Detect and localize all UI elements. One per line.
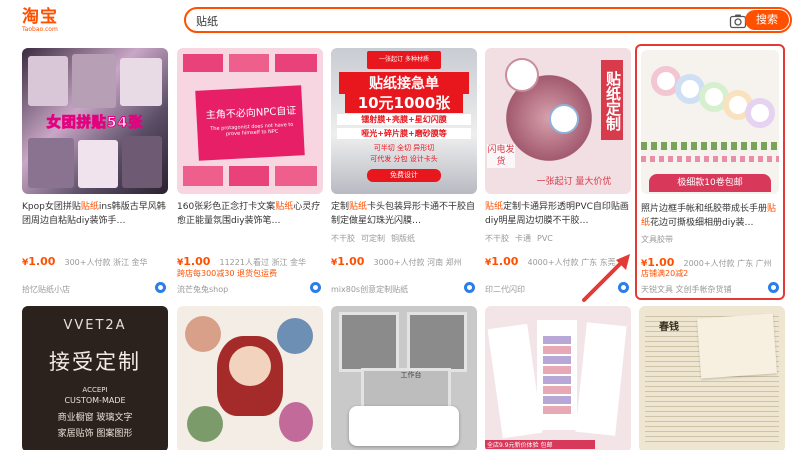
product-image[interactable] bbox=[177, 306, 323, 450]
taobao-logo[interactable]: 淘宝 Taobao.com bbox=[22, 8, 92, 36]
product-image[interactable]: 贴纸定制 闪电发货 一张起订 量大价优 bbox=[485, 48, 631, 194]
shop-name[interactable]: 印二代闪印 bbox=[485, 284, 525, 295]
product-image[interactable]: 工作台 bbox=[331, 306, 477, 450]
row2-product-1[interactable]: VVET2A 接受定制 ACCEPI CUSTOM-MADE 商业橱窗 玻璃文字… bbox=[22, 306, 168, 450]
product-title[interactable]: 照片边框手帐和纸胶带成长手册贴纸花边可撕极细相册diy装… bbox=[641, 202, 783, 230]
product-card-3[interactable]: 一张起订 多种材质 贴纸接急单 10元1000张 镭射膜+亮膜+星幻闪膜 哑光+… bbox=[331, 48, 477, 298]
shop-icon[interactable] bbox=[768, 282, 779, 293]
tag: 可定制 bbox=[361, 234, 385, 243]
thumb-headline: 贴纸接急单 bbox=[339, 72, 469, 94]
thumb-line-1: 镭射膜+亮膜+星幻闪膜 bbox=[337, 114, 471, 125]
product-tags: 不干胶 卡通 PVC bbox=[485, 233, 559, 244]
product-title[interactable]: 定制贴纸卡头包装异形卡通不干胶自制定做星幻珠光闪膜… bbox=[331, 200, 477, 228]
sales-location: 3000+人付款 河南 郑州 bbox=[373, 258, 462, 267]
top-header: 淘宝 Taobao.com 搜索 bbox=[0, 0, 800, 42]
thumb-line-3: 商业橱窗 玻璃文字 bbox=[57, 413, 133, 423]
thumb-caption: 女团拼贴54张 bbox=[46, 115, 144, 132]
shop-name[interactable]: mix80s创意定制贴纸 bbox=[331, 284, 408, 295]
thumb-side-label: 贴纸定制 bbox=[601, 60, 623, 140]
shop-icon[interactable] bbox=[310, 282, 321, 293]
price-line: ¥1.00 3000+人付款 河南 郑州 bbox=[331, 250, 462, 269]
shop-name[interactable]: 流芒兔兔shop bbox=[177, 284, 228, 295]
tag: 卡通 bbox=[515, 234, 531, 243]
thumb-caption: 接受定制 bbox=[49, 350, 141, 374]
logo-text: 淘宝 bbox=[22, 7, 58, 27]
product-image[interactable]: 极细款10卷包邮 bbox=[641, 50, 779, 194]
thumb-line-3: 可半切 全切 异形切 bbox=[373, 144, 435, 152]
product-title[interactable]: Kpop女团拼贴贴纸ins韩版古早风韩团周边自粘贴diy装饰手… bbox=[22, 200, 168, 228]
thumb-headline-2: 10元1000张 bbox=[345, 92, 463, 113]
red-arrow-icon bbox=[582, 254, 630, 302]
thumb-line-2: 哑光+碎片膜+磨砂膜等 bbox=[337, 128, 471, 139]
row2-product-4[interactable]: 全店9.9元新价体验 包邮 bbox=[485, 306, 631, 450]
product-tags: 文具胶带 bbox=[641, 234, 679, 245]
shop-icon[interactable] bbox=[155, 282, 166, 293]
thumb-bottom-label: 全店9.9元新价体验 包邮 bbox=[485, 440, 595, 449]
price-line: ¥1.00 300+人付款 浙江 金华 bbox=[22, 250, 148, 269]
thumb-caption: 春钱 bbox=[659, 322, 679, 333]
product-title[interactable]: 160张彩色正念打卡文案贴纸心灵疗愈正能量氛围diy装饰笔… bbox=[177, 200, 323, 228]
row2-product-2[interactable] bbox=[177, 306, 323, 450]
thumb-line-1: ACCEPI bbox=[82, 386, 108, 394]
shop-icon[interactable] bbox=[464, 282, 475, 293]
tag: 不干胶 bbox=[331, 234, 355, 243]
product-card-1[interactable]: 女团拼贴54张 Kpop女团拼贴贴纸ins韩版古早风韩团周边自粘贴diy装饰手…… bbox=[22, 48, 168, 298]
row2-product-5[interactable]: 春钱 bbox=[639, 306, 785, 450]
search-bar: 搜索 bbox=[184, 7, 792, 33]
tag: PVC bbox=[537, 234, 553, 243]
product-image[interactable]: 一张起订 多种材质 贴纸接急单 10元1000张 镭射膜+亮膜+星幻闪膜 哑光+… bbox=[331, 48, 477, 194]
price: ¥1.00 bbox=[331, 255, 365, 268]
product-image[interactable]: 春钱 bbox=[639, 306, 785, 450]
product-image[interactable]: 主角不必向NPC自证 The protagonist does not have… bbox=[177, 48, 323, 194]
row2-product-3[interactable]: 工作台 bbox=[331, 306, 477, 450]
thumb-line-4: 可代发 分包 设计卡头 bbox=[370, 155, 438, 163]
price: ¥1.00 bbox=[22, 255, 56, 268]
tag: 铜版纸 bbox=[391, 234, 415, 243]
price-line: ¥1.00 11221人看过 浙江 金华 bbox=[177, 250, 306, 269]
thumb-bottom-label: 一张起订 量大价优 bbox=[536, 177, 612, 187]
tag: 不干胶 bbox=[485, 234, 509, 243]
sales-location: 11221人看过 浙江 金华 bbox=[219, 258, 307, 267]
thumb-line-2: CUSTOM-MADE bbox=[64, 396, 126, 405]
search-button[interactable]: 搜索 bbox=[745, 10, 789, 30]
product-title[interactable]: 贴纸定制卡通异形透明PVC自印贴画diy明星周边切膜不干胶… bbox=[485, 200, 631, 228]
product-image[interactable]: 全店9.9元新价体验 包邮 bbox=[485, 306, 631, 450]
search-input[interactable] bbox=[196, 12, 716, 30]
thumb-badge: 一张起订 多种材质 bbox=[367, 51, 441, 69]
logo-subtext: Taobao.com bbox=[22, 26, 58, 33]
price: ¥1.00 bbox=[485, 255, 519, 268]
product-card-5[interactable]: 极细款10卷包邮 照片边框手帐和纸胶带成长手册贴纸花边可撕极细相册diy装… 文… bbox=[635, 44, 785, 300]
shop-name[interactable]: 天锐文具 文创手帐杂货铺 bbox=[641, 284, 732, 295]
thumb-line-4: 家居贴饰 图案图形 bbox=[57, 429, 133, 439]
product-tags: 不干胶 可定制 铜版纸 bbox=[331, 233, 421, 244]
promo-text: 跨店每300减30 退货包运费 bbox=[177, 269, 277, 278]
thumb-bottom-label: 极细款10卷包邮 bbox=[649, 174, 771, 192]
thumb-tag: 免费设计 bbox=[367, 169, 441, 182]
tag: 文具胶带 bbox=[641, 235, 673, 244]
sales-location: 2000+人付款 广东 广州 bbox=[683, 259, 772, 268]
thumb-top-label: VVET2A bbox=[63, 318, 127, 333]
product-image[interactable]: VVET2A 接受定制 ACCEPI CUSTOM-MADE 商业橱窗 玻璃文字… bbox=[22, 306, 168, 450]
thumb-caption: 工作台 bbox=[400, 371, 422, 379]
thumb-corner-label: 闪电发货 bbox=[487, 144, 515, 168]
sales-location: 300+人付款 浙江 金华 bbox=[64, 258, 148, 267]
product-card-2[interactable]: 主角不必向NPC自证 The protagonist does not have… bbox=[177, 48, 323, 298]
shop-name[interactable]: 拾忆贴纸小店 bbox=[22, 284, 70, 295]
product-image[interactable]: 女团拼贴54张 bbox=[22, 48, 168, 194]
promo-text: 店铺满20减2 bbox=[641, 269, 689, 278]
price: ¥1.00 bbox=[177, 255, 211, 268]
